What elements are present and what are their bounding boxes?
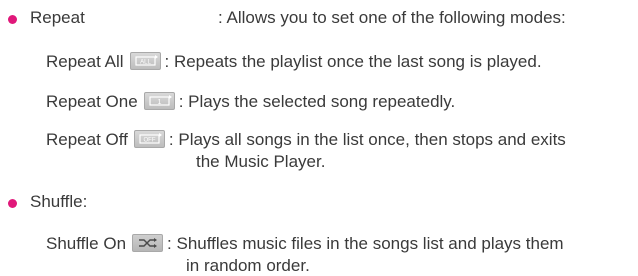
shuffle-on-label: Shuffle On — [46, 234, 127, 253]
shuffle-on-icon — [132, 233, 164, 252]
repeat-off-description-cont: the Music Player. — [196, 152, 326, 171]
shuffle-on-description-cont: in random order. — [186, 256, 310, 275]
repeat-all-description: : Repeats the playlist once the last son… — [164, 52, 542, 71]
repeat-off-row: Repeat Off OFF : Plays all songs in the li… — [46, 129, 566, 150]
repeat-all-icon: ALL — [129, 51, 161, 70]
bullet-shuffle — [8, 199, 17, 208]
repeat-off-description: : Plays all songs in the list once, then… — [168, 130, 566, 149]
shuffle-term: Shuffle: — [30, 192, 88, 211]
repeat-description: : Allows you to set one of the following… — [218, 8, 566, 27]
repeat-one-description: : Plays the selected song repeatedly. — [178, 92, 456, 111]
repeat-one-label: Repeat One — [46, 92, 138, 111]
repeat-one-icon-text: 1 — [157, 99, 161, 106]
shuffle-on-row: Shuffle On : Shuffles music files in the … — [46, 233, 564, 254]
repeat-off-label: Repeat Off — [46, 130, 128, 149]
repeat-off-icon: OFF — [133, 129, 165, 148]
repeat-all-label: Repeat All — [46, 52, 124, 71]
bullet-repeat — [8, 15, 17, 24]
repeat-all-icon-text: ALL — [140, 59, 151, 65]
repeat-term: Repeat — [30, 8, 85, 27]
repeat-off-icon-text: OFF — [143, 137, 155, 143]
repeat-all-row: Repeat All ALL : Repeats the playlist once… — [46, 51, 542, 72]
shuffle-on-description: : Shuffles music files in the songs list… — [167, 234, 564, 253]
repeat-one-row: Repeat One 1 : Plays the selected song rep… — [46, 91, 456, 112]
repeat-one-icon: 1 — [143, 91, 175, 110]
